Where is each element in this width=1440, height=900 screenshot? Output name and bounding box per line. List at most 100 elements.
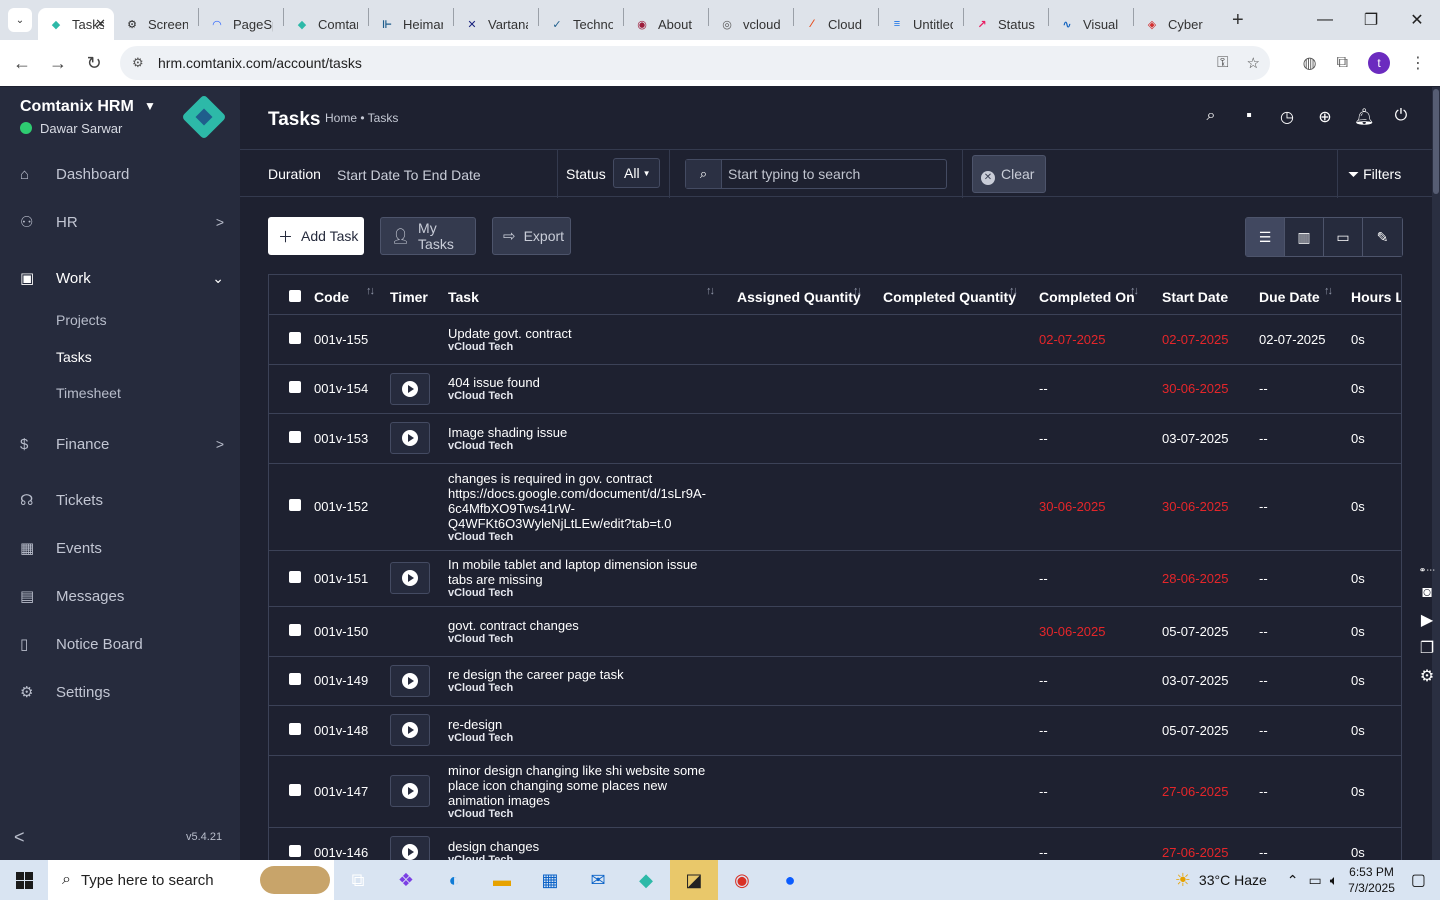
task-view-icon[interactable]: ⧉ xyxy=(334,860,382,900)
browser-tab[interactable]: ◠ PageSpeed xyxy=(199,8,283,40)
browser-menu-icon[interactable]: ⋮ xyxy=(1410,53,1426,73)
column-header-start-date[interactable]: Start Date xyxy=(1150,275,1247,315)
browser-tab[interactable]: ✓ Technology xyxy=(539,8,623,40)
close-tab-icon[interactable]: ✕ xyxy=(95,16,106,32)
search-icon[interactable]: ⌕ xyxy=(1202,107,1220,127)
calendar-view-icon[interactable]: ▭ xyxy=(1324,218,1363,256)
browser-tab[interactable]: ⊩ Heimar xyxy=(369,8,453,40)
power-icon[interactable]: ⏻ xyxy=(1392,107,1410,127)
row-checkbox-cell[interactable] xyxy=(269,314,314,365)
start-timer-button[interactable] xyxy=(390,372,430,405)
network-icon[interactable]: ▭ xyxy=(1309,872,1322,889)
task-cell[interactable]: design changes vCloud Tech xyxy=(436,827,725,860)
start-timer-button[interactable] xyxy=(390,836,430,860)
chevron-down-icon[interactable]: ▼ xyxy=(144,99,156,113)
row-checkbox-cell[interactable] xyxy=(269,606,314,657)
minimize-icon[interactable]: — xyxy=(1302,0,1348,40)
task-title[interactable]: design changes xyxy=(448,839,725,854)
extensions-icon[interactable]: ⧉ xyxy=(1337,54,1348,72)
row-checkbox-cell[interactable] xyxy=(269,755,314,828)
start-timer-button[interactable] xyxy=(390,714,430,746)
back-icon[interactable]: ← xyxy=(4,53,40,74)
list-view-icon[interactable]: ☰ xyxy=(1246,218,1285,256)
task-title[interactable]: 404 issue found xyxy=(448,375,725,390)
sort-icon[interactable]: ↑↓ xyxy=(853,285,862,297)
volume-icon[interactable]: 🔈︎ xyxy=(1330,872,1338,889)
table-row[interactable]: 001v-152 changes is required in gov. cont… xyxy=(269,463,1401,551)
forward-icon[interactable]: → xyxy=(40,53,76,74)
board-view-icon[interactable]: ▥ xyxy=(1285,218,1324,256)
row-checkbox-cell[interactable] xyxy=(269,705,314,756)
sidebar-item-finance[interactable]: $ Finance > xyxy=(0,424,240,464)
add-task-button[interactable]: ＋ Add Task xyxy=(268,217,364,255)
row-checkbox[interactable] xyxy=(289,623,301,636)
row-checkbox[interactable] xyxy=(289,844,301,857)
sidebar-item-messages[interactable]: ▤ Messages xyxy=(0,576,240,616)
camera-icon[interactable]: ◙ xyxy=(1422,584,1432,602)
row-checkbox[interactable] xyxy=(289,381,301,393)
windows-start-icon[interactable] xyxy=(0,860,48,900)
status-select[interactable]: All ▼ xyxy=(613,158,660,188)
browser-tab[interactable]: ⁄ Cloud xyxy=(794,8,878,40)
gear-icon[interactable]: ⚙ xyxy=(1420,666,1434,686)
profile-avatar[interactable]: t xyxy=(1368,52,1390,74)
browser-tab[interactable]: ∿ Visual xyxy=(1049,8,1133,40)
task-title[interactable]: re design the career page task xyxy=(448,667,725,682)
table-row[interactable]: 001v-153 Image shading issue vCloud Tech --… xyxy=(269,413,1401,464)
task-title[interactable]: govt. contract changes xyxy=(448,618,725,633)
table-row[interactable]: 001v-149 re design the career page task vC… xyxy=(269,656,1401,706)
task-cell[interactable]: re design the career page task vCloud Tec… xyxy=(436,656,725,706)
collapse-sidebar-icon[interactable]: < xyxy=(14,827,25,848)
sidebar-item-hr[interactable]: ⚇ HR > xyxy=(0,202,240,242)
row-checkbox-cell[interactable] xyxy=(269,827,314,860)
task-cell[interactable]: govt. contract changes vCloud Tech xyxy=(436,606,725,657)
browser-tab[interactable]: ↗ Status xyxy=(964,8,1048,40)
column-header-task[interactable]: Task ↑↓ xyxy=(436,275,725,315)
row-checkbox[interactable] xyxy=(289,430,301,443)
sort-icon[interactable]: ↑↓ xyxy=(1324,285,1333,297)
sort-icon[interactable]: ↑↓ xyxy=(1130,285,1139,297)
sort-icon[interactable]: ↑↓ xyxy=(366,285,375,297)
restore-icon[interactable]: ❐ xyxy=(1348,0,1394,40)
weather-text[interactable]: 33°C Haze xyxy=(1199,872,1267,888)
sidebar-item-events[interactable]: ▦ Events xyxy=(0,528,240,568)
task-cell[interactable]: re-design vCloud Tech xyxy=(436,705,725,756)
clock-icon[interactable]: ◷ xyxy=(1278,107,1296,127)
search-box[interactable]: ⌕ xyxy=(685,159,947,189)
brand-name[interactable]: Comtanix HRM xyxy=(20,98,134,116)
tab-search-chevron-icon[interactable]: ⌄ xyxy=(8,8,32,32)
sidebar-item-tickets[interactable]: ☊ Tickets xyxy=(0,480,240,520)
start-timer-button[interactable] xyxy=(390,562,430,594)
browser-tab[interactable]: ◆ Comtanix xyxy=(284,8,368,40)
browser-tab[interactable]: ✕ Vartana xyxy=(454,8,538,40)
breadcrumb[interactable]: Home • Tasks xyxy=(325,111,398,125)
tray-chevron-up-icon[interactable]: ⌃ xyxy=(1287,872,1299,889)
table-row[interactable]: 001v-146 design changes vCloud Tech -- 27-06… xyxy=(269,827,1401,860)
video-icon[interactable]: ▶ xyxy=(1421,610,1433,630)
pin-icon[interactable]: ✎ xyxy=(1363,218,1402,256)
row-checkbox[interactable] xyxy=(289,722,301,735)
row-checkbox-cell[interactable] xyxy=(269,656,314,706)
table-row[interactable]: 001v-151 In mobile tablet and laptop dime… xyxy=(269,550,1401,607)
close-window-icon[interactable]: ✕ xyxy=(1394,0,1440,40)
sidebar-item-work[interactable]: ▣ Work ⌄ xyxy=(0,258,240,298)
copilot-icon[interactable]: ❖ xyxy=(382,860,430,900)
mail-icon[interactable]: ✉ xyxy=(574,860,622,900)
sticky-notes-icon[interactable]: ◪ xyxy=(670,860,718,900)
browser-tab[interactable]: ◈ Cyber xyxy=(1134,8,1218,40)
my-tasks-button[interactable]: 👤︎ My Tasks xyxy=(380,217,476,255)
sort-icon[interactable]: ↑↓ xyxy=(1009,285,1018,297)
scrollbar-thumb[interactable] xyxy=(1433,89,1439,194)
row-checkbox[interactable] xyxy=(289,499,301,511)
column-header-code[interactable]: Code ↑↓ xyxy=(314,275,390,315)
reload-icon[interactable]: ↻ xyxy=(76,53,112,74)
sort-icon[interactable]: ↑↓ xyxy=(706,285,715,297)
browser-tab[interactable]: ◉ About xyxy=(624,8,708,40)
comtanix-app-icon[interactable]: ◆ xyxy=(622,860,670,900)
task-cell[interactable]: Image shading issue vCloud Tech xyxy=(436,413,725,464)
browser-tab[interactable]: ⚙ Screencast xyxy=(114,8,198,40)
select-all-checkbox[interactable] xyxy=(269,275,314,315)
bookmark-star-icon[interactable]: ☆ xyxy=(1247,54,1260,72)
task-title[interactable]: Update govt. contract xyxy=(448,326,725,341)
task-title[interactable]: re-design xyxy=(448,717,725,732)
